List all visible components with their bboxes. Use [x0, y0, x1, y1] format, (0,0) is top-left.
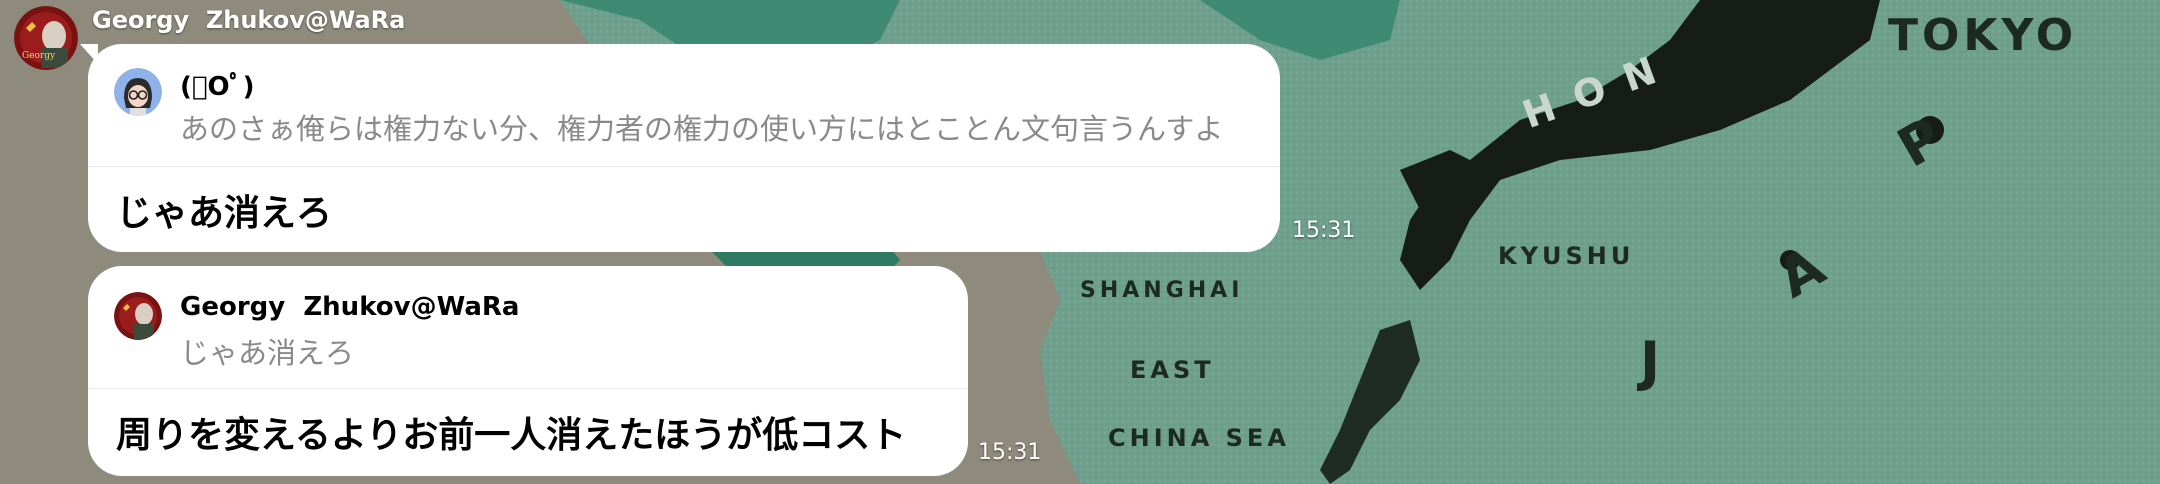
reply-quote[interactable]: (ﾟOﾟ) あのさぁ俺らは権力ない分、権力者の権力の使い方にはとことん文句言うん…: [88, 44, 1280, 167]
svg-text:Georgy: Georgy: [22, 51, 56, 61]
map-label-east: EAST: [1130, 356, 1215, 384]
map-label-japan-j: J: [1640, 330, 1665, 393]
message-text: じゃあ消えろ: [116, 193, 333, 234]
map-label-china-sea: CHINA SEA: [1108, 424, 1290, 452]
reply-sender-name: (ﾟOﾟ): [180, 72, 255, 102]
sender-avatar[interactable]: Georgy: [14, 6, 78, 70]
map-label-kyushu: KYUSHU: [1498, 242, 1635, 270]
sender-name[interactable]: Georgy Zhukov@WaRa: [92, 6, 405, 34]
soviet-portrait-avatar-icon: [114, 292, 162, 340]
reply-quote[interactable]: Georgy Zhukov@WaRa じゃあ消えろ: [88, 266, 968, 389]
message-time: 15:31: [1292, 218, 1356, 243]
message-bubble[interactable]: Georgy Zhukov@WaRa じゃあ消えろ 周りを変えるよりお前一人消え…: [88, 266, 968, 476]
message-text: 周りを変えるよりお前一人消えたほうが低コスト: [116, 415, 907, 456]
soviet-portrait-avatar-icon: Georgy: [14, 6, 78, 70]
message-bubble[interactable]: (ﾟOﾟ) あのさぁ俺らは権力ない分、権力者の権力の使い方にはとことん文句言うん…: [88, 44, 1280, 252]
reply-preview-text: じゃあ消えろ: [180, 336, 355, 370]
reply-avatar: [114, 68, 162, 116]
reply-sender-name: Georgy Zhukov@WaRa: [180, 292, 520, 322]
message-time: 15:31: [978, 440, 1042, 465]
reply-avatar: [114, 292, 162, 340]
map-label-shanghai: SHANGHAI: [1080, 278, 1244, 303]
glasses-girl-avatar-icon: [114, 68, 162, 116]
reply-preview-text: あのさぁ俺らは権力ない分、権力者の権力の使い方にはとことん文句言うんすよ: [180, 112, 1224, 146]
map-label-tokyo: TOKYO: [1888, 10, 2078, 61]
